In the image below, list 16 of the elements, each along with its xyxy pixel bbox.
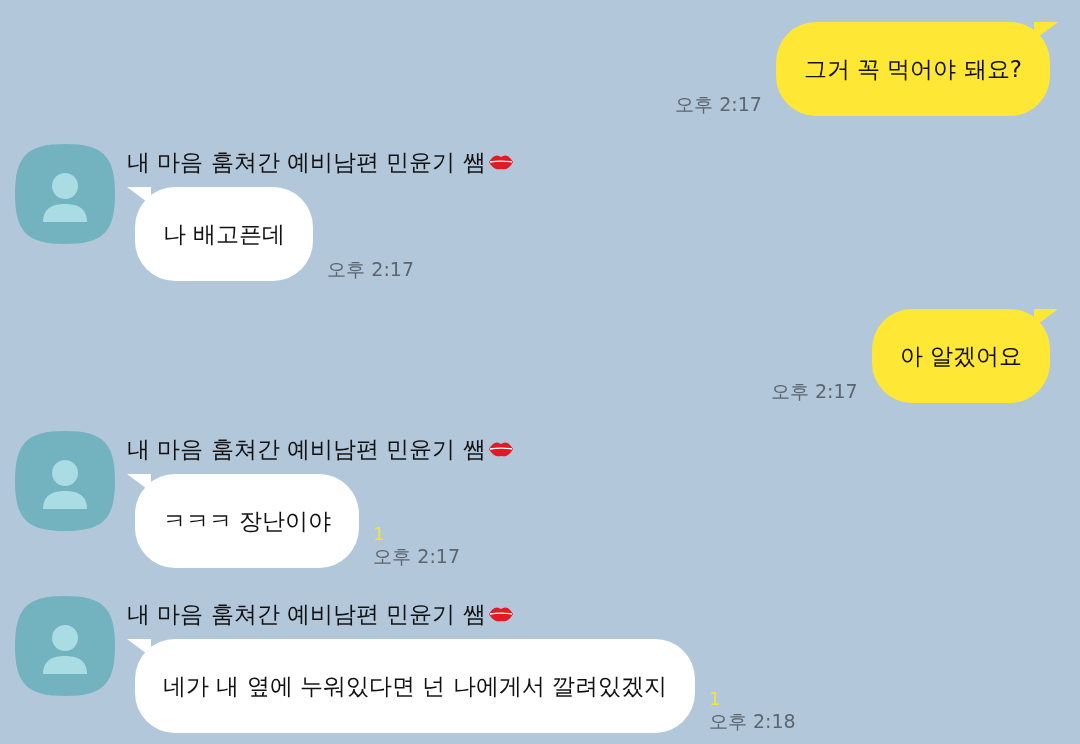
message-time: 오후 2:17 (770, 379, 858, 403)
message-time: 오후 2:17 (373, 544, 461, 568)
unread-count: 1 (373, 524, 385, 544)
avatar-icon (15, 596, 115, 696)
sender-name: 내 마음 훔쳐간 예비남편 민윤기 쌤 (127, 600, 486, 629)
unread-count: 1 (708, 689, 721, 709)
lips-icon (487, 440, 514, 458)
message-time: 오후 2:17 (327, 257, 415, 281)
sender-name: 내 마음 훔쳐간 예비남편 민윤기 쌤 (127, 435, 486, 464)
avatar-icon (15, 431, 115, 531)
lips-icon (487, 605, 514, 623)
message-time: 오후 2:17 (675, 92, 762, 116)
lips-icon (487, 153, 514, 171)
sender-name: 내 마음 훔쳐간 예비남편 민윤기 쌤 (127, 148, 486, 177)
avatar-icon (15, 144, 115, 244)
message-time: 오후 2:18 (708, 709, 796, 733)
